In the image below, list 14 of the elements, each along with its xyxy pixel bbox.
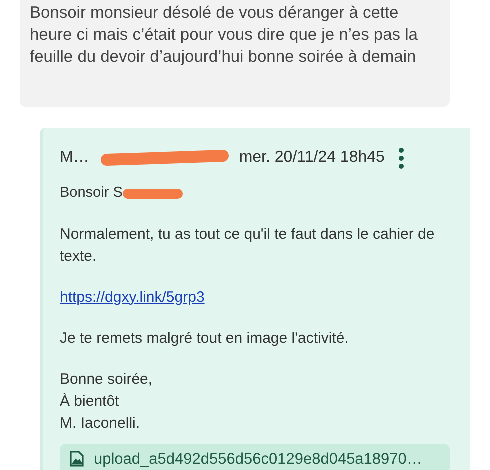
attachment-chip[interactable]: upload_a5d492d556d56c0129e8d045a18970…	[60, 444, 450, 470]
signature-line: M. Iaconelli.	[60, 414, 142, 434]
more-options-icon[interactable]	[398, 148, 404, 168]
message-text: Bonsoir monsieur désolé de vous déranger à cette heure ci mais c’était pour vous dire que je n’es pas la feuille du devoir d’aujourd’hui bonne soirée à demain	[30, 3, 419, 68]
redaction-mark	[122, 188, 183, 199]
signature-line: Bonne soirée,	[60, 370, 154, 390]
signature-line: À bientôt	[60, 392, 120, 412]
link[interactable]: https://dgxy.link/5grp3	[60, 286, 205, 310]
image-file-icon	[70, 451, 84, 468]
body-paragraph: Je te remets malgré tout en image l'activité.	[60, 329, 350, 350]
message-date: mer. 20/11/24 18h45	[239, 148, 385, 168]
greeting-text: Bonsoir S	[60, 184, 123, 203]
body-paragraph: Normalement, tu as tout ce qu'il te faut dans le cahier de texte.	[60, 224, 436, 267]
sender-name: M…	[60, 148, 90, 168]
